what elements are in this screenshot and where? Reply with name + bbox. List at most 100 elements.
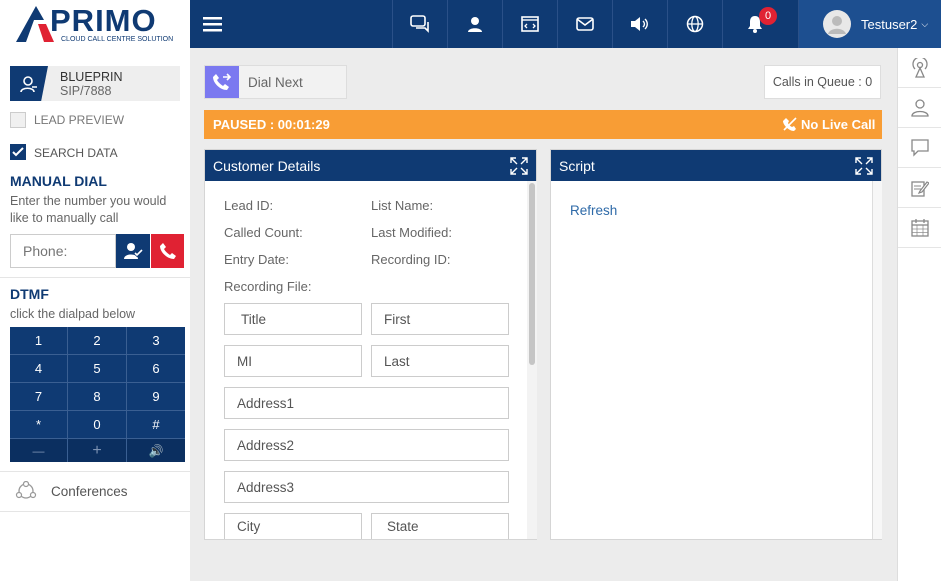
volume-button[interactable] xyxy=(612,0,667,48)
username: Testuser2 xyxy=(861,16,918,32)
no-live-call-label: No Live Call xyxy=(801,117,876,132)
state-field[interactable]: State xyxy=(371,513,509,539)
comments-button[interactable] xyxy=(898,128,941,168)
script-button[interactable] xyxy=(502,0,557,48)
dialpad-key-3[interactable]: 3 xyxy=(127,327,185,354)
phone-input[interactable] xyxy=(10,234,116,268)
plus-icon: + xyxy=(92,441,102,459)
entry-date-label: Entry Date: xyxy=(224,252,290,267)
last-modified-label: Last Modified: xyxy=(371,225,452,240)
contacts-button[interactable] xyxy=(898,88,941,128)
calendar-icon xyxy=(910,218,929,237)
dial-next-label: Dial Next xyxy=(248,75,303,90)
campaign-card: BLUEPRIN SIP/7888 xyxy=(10,66,180,101)
dialpad-key-6[interactable]: 6 xyxy=(127,355,185,382)
dialpad-key-8[interactable]: 8 xyxy=(68,383,126,410)
logo: PRIMO CLOUD CALL CENTRE SOLUTION xyxy=(0,0,190,48)
conferences-item[interactable]: Conferences xyxy=(0,472,190,512)
hamburger-menu-button[interactable] xyxy=(190,0,236,48)
logo-brand: PRIMO xyxy=(50,3,157,38)
logo-tagline: CLOUD CALL CENTRE SOLUTION xyxy=(61,36,174,43)
dialpad-key-hash[interactable]: # xyxy=(127,411,185,438)
lead-preview-checkbox[interactable] xyxy=(10,112,26,128)
right-toolbar xyxy=(897,48,941,581)
broadcast-button[interactable] xyxy=(898,48,941,88)
search-data-checkbox[interactable] xyxy=(10,144,26,160)
user-button[interactable] xyxy=(447,0,502,48)
first-name-field[interactable]: First xyxy=(371,303,509,335)
code-window-icon xyxy=(521,16,539,32)
middle-initial-field[interactable]: MI xyxy=(224,345,362,377)
dialpad-key-7[interactable]: 7 xyxy=(10,383,67,410)
customer-details-title: Customer Details xyxy=(213,157,321,174)
dial-next-button[interactable]: Dial Next xyxy=(204,65,347,99)
expand-icon[interactable] xyxy=(510,156,528,175)
city-field[interactable]: City xyxy=(224,513,362,539)
last-name-field[interactable]: Last xyxy=(371,345,509,377)
paused-timer: PAUSED : 00:01:29 xyxy=(213,117,330,132)
volume-down-button[interactable]: — xyxy=(10,439,67,462)
call-button[interactable] xyxy=(151,234,184,268)
volume-up-button[interactable]: + xyxy=(68,439,126,462)
dialpad: 1 2 3 4 5 6 7 8 9 * 0 # — + 🔊 xyxy=(10,327,185,462)
sip-extension: SIP/7888 xyxy=(60,84,112,98)
scrollbar[interactable] xyxy=(527,181,537,539)
manual-dial-desc: Enter the number you would like to manua… xyxy=(10,194,167,225)
dialpad-key-star[interactable]: * xyxy=(10,411,67,438)
notifications-button[interactable]: 0 xyxy=(722,0,798,48)
customer-details-panel: Customer Details Lead ID: List Name: Cal… xyxy=(204,149,537,540)
email-button[interactable] xyxy=(557,0,612,48)
lead-preview-label: LEAD PREVIEW xyxy=(34,113,125,127)
list-name-label: List Name: xyxy=(371,198,434,213)
hamburger-icon xyxy=(203,17,222,32)
address1-field[interactable]: Address1 xyxy=(224,387,509,419)
script-panel: Script Refresh xyxy=(550,149,882,540)
dialpad-key-5[interactable]: 5 xyxy=(68,355,126,382)
lead-id-label: Lead ID: xyxy=(224,198,274,213)
address3-field[interactable]: Address3 xyxy=(224,471,509,503)
phone-icon xyxy=(159,243,176,259)
dialpad-key-9[interactable]: 9 xyxy=(127,383,185,410)
script-header: Script xyxy=(551,150,881,181)
search-data-label: SEARCH DATA xyxy=(34,146,118,160)
speaker-icon xyxy=(631,17,648,31)
no-call-icon xyxy=(783,117,797,131)
dial-user-button[interactable] xyxy=(116,234,150,268)
conference-icon xyxy=(15,481,37,499)
dialpad-key-1[interactable]: 1 xyxy=(10,327,67,354)
speaker-button[interactable]: 🔊 xyxy=(127,439,185,462)
notification-badge: 0 xyxy=(759,7,777,25)
dial-next-icon xyxy=(205,66,239,98)
conferences-label: Conferences xyxy=(51,484,128,499)
language-button[interactable] xyxy=(667,0,722,48)
address2-field[interactable]: Address2 xyxy=(224,429,509,461)
expand-icon[interactable] xyxy=(855,156,873,175)
users-icon xyxy=(910,98,929,117)
refresh-link[interactable]: Refresh xyxy=(570,203,617,218)
notes-button[interactable] xyxy=(898,168,941,208)
top-navbar: 0 Testuser2 ⌵ xyxy=(190,0,941,48)
campaign-name: BLUEPRIN xyxy=(60,70,123,84)
envelope-icon xyxy=(576,17,594,31)
chat-icon xyxy=(410,15,429,33)
scrollbar-thumb[interactable] xyxy=(529,183,535,365)
dialpad-key-0[interactable]: 0 xyxy=(68,411,126,438)
scrollbar[interactable] xyxy=(872,181,882,539)
agent-icon xyxy=(10,66,48,101)
user-menu[interactable]: Testuser2 ⌵ xyxy=(798,0,941,48)
calls-in-queue: Calls in Queue : 0 xyxy=(764,65,881,99)
user-icon xyxy=(468,17,482,32)
recording-file-label: Recording File: xyxy=(224,279,312,294)
avatar xyxy=(823,10,851,38)
calendar-button[interactable] xyxy=(898,208,941,248)
dtmf-title: DTMF xyxy=(10,286,49,302)
dtmf-desc: click the dialpad below xyxy=(10,307,136,321)
speaker-icon: 🔊 xyxy=(148,443,164,458)
checkmark-icon xyxy=(12,147,24,157)
title-field[interactable]: Title xyxy=(224,303,362,335)
dialpad-key-4[interactable]: 4 xyxy=(10,355,67,382)
chat-button[interactable] xyxy=(392,0,447,48)
divider xyxy=(0,511,190,512)
globe-icon xyxy=(686,15,704,33)
dialpad-key-2[interactable]: 2 xyxy=(68,327,126,354)
